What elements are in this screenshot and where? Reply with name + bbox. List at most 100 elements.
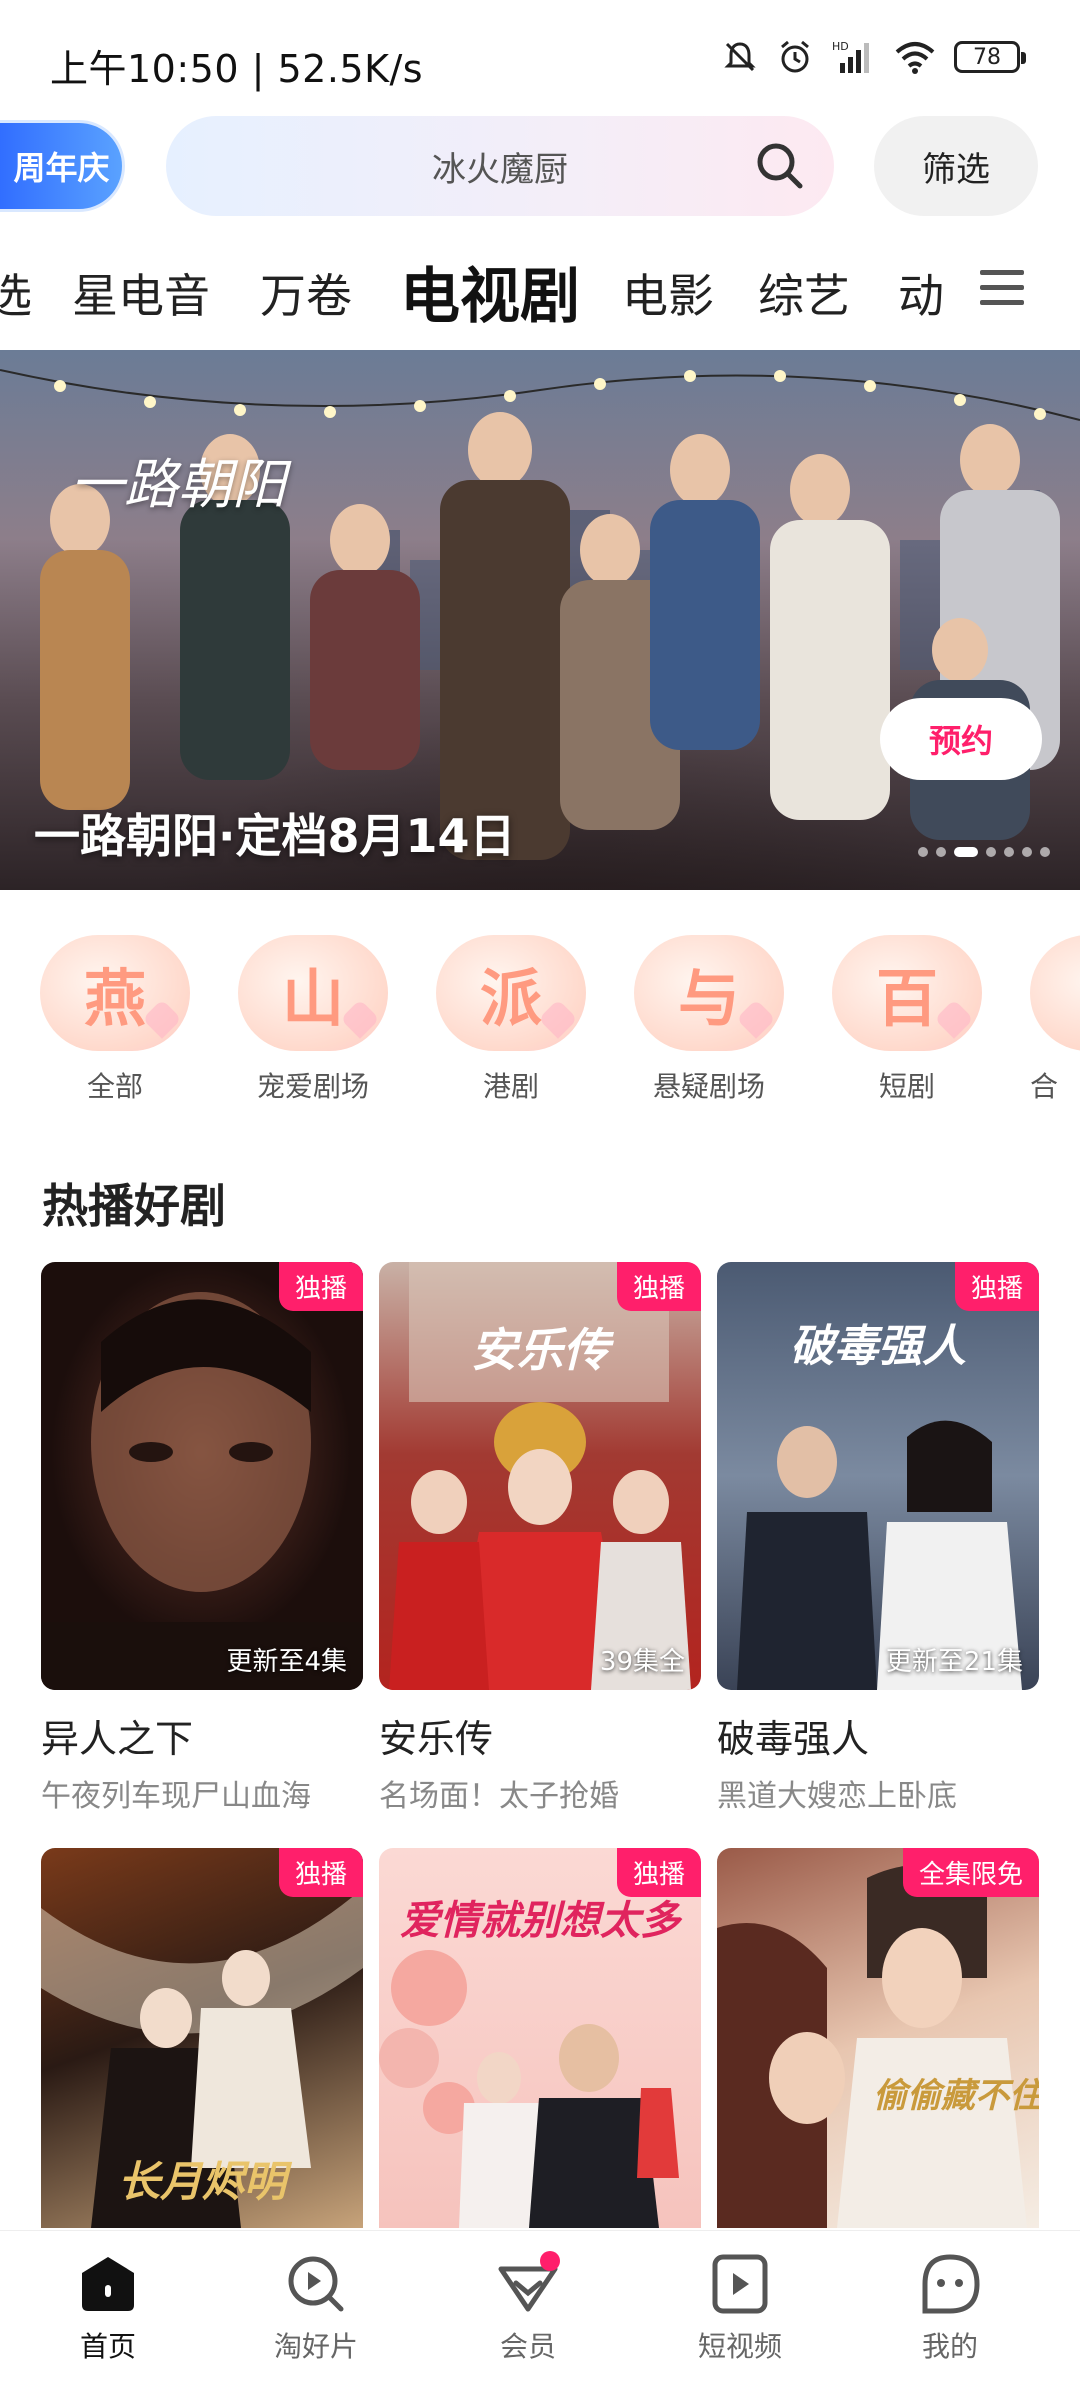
category-more[interactable]: 合 (1030, 935, 1080, 1105)
filter-button[interactable]: 筛选 (874, 116, 1038, 216)
nav-label: 短视频 (697, 2330, 782, 2363)
drama-poster: 爱情就别想太多 独播 (379, 1848, 701, 2228)
profile-icon (922, 2254, 980, 2314)
exclusive-badge: 独播 (278, 1262, 363, 1311)
category-mystery-theater[interactable]: 与 悬疑剧场 (634, 935, 784, 1105)
poster-art (41, 1292, 363, 1690)
drama-title: 破毒强人 (717, 1717, 870, 1761)
category-row: 燕 全部 山 宠爱剧场 派 港剧 与 悬疑剧场 百 短剧 合 (0, 935, 1080, 1115)
exclusive-badge: 独播 (278, 1848, 363, 1897)
carousel-dot-active (954, 847, 978, 857)
category-all[interactable]: 燕 全部 (40, 935, 190, 1105)
status-bar: 上午10:50 | 52.5K/s HD 78 (0, 0, 1080, 110)
nav-label: 淘好片 (273, 2330, 358, 2363)
menu-icon[interactable] (978, 264, 1026, 312)
poster-art (717, 1865, 1027, 2228)
free-badge: 全集限免 (902, 1848, 1039, 1897)
category-icon (1030, 935, 1080, 1051)
poster-title-art: 偷偷藏不住 (873, 2076, 1039, 2116)
nav-profile[interactable]: 我的 (870, 2253, 1030, 2365)
category-label: 全部 (86, 1070, 143, 1103)
nav-discover[interactable]: 淘好片 (236, 2253, 396, 2365)
drama-card[interactable]: 爱情就别想太多 独播 (379, 1848, 701, 2228)
drama-poster: 独播 更新至4集 (41, 1262, 363, 1690)
banner-title: 一路朝阳·定档8月14日 (34, 809, 516, 863)
category-hk-drama[interactable]: 派 港剧 (436, 935, 586, 1105)
search-icon[interactable] (754, 140, 806, 192)
drama-card[interactable]: 安乐传 独播 39集全 安乐传 名场面！太子抢婚 (379, 1262, 701, 1815)
hero-banner[interactable]: 一路朝阳 一路朝阳·定档8月14日 预约 (0, 350, 1080, 890)
poster-title-art: 安乐传 (471, 1323, 609, 1377)
tab-variety[interactable]: 综艺 (758, 260, 850, 326)
carousel-dot (1022, 847, 1032, 857)
category-icon: 百 (832, 935, 982, 1051)
status-time: 上午10:50 | 52.5K/s (50, 47, 424, 91)
drama-poster: 安乐传 独播 39集全 (379, 1262, 701, 1690)
nav-vip[interactable]: 会员 (448, 2251, 608, 2365)
reserve-button[interactable]: 预约 (880, 698, 1042, 780)
search-placeholder: 冰火魔厨 (432, 149, 568, 190)
search-row: 周年庆 冰火魔厨 筛选 (0, 112, 1080, 216)
drama-poster: 长月烬明 独播 (41, 1848, 363, 2228)
signal-icon: HD (832, 40, 869, 73)
tab-music[interactable]: 星电音 (72, 260, 210, 326)
battery-indicator: 78 (954, 41, 1026, 73)
nav-short-video[interactable]: 短视频 (660, 2253, 820, 2365)
bottom-navigation: 首页 淘好片 会员 短视频 我的 (0, 2230, 1080, 2400)
discover-icon (288, 2256, 344, 2312)
category-label: 悬疑剧场 (652, 1070, 765, 1103)
tab-anime[interactable]: 动 (898, 260, 944, 326)
status-icons: HD 78 (722, 38, 1026, 76)
tab-books[interactable]: 万卷 (260, 260, 352, 326)
carousel-dots (918, 847, 1050, 857)
alarm-icon (781, 40, 809, 73)
category-icon: 燕 (40, 935, 190, 1051)
category-romance-theater[interactable]: 山 宠爱剧场 (238, 935, 388, 1105)
nav-home[interactable]: 首页 (28, 2253, 188, 2365)
drama-card[interactable]: 长月烬明 独播 (41, 1848, 363, 2228)
category-icon: 派 (436, 935, 586, 1051)
banner-show-logo: 一路朝阳 (70, 453, 286, 516)
exclusive-badge: 独播 (954, 1262, 1039, 1311)
mute-bell-icon (724, 42, 756, 72)
short-video-icon (712, 2254, 768, 2314)
notification-dot (540, 2251, 560, 2271)
search-input[interactable]: 冰火魔厨 (166, 116, 834, 216)
tab-movies[interactable]: 电影 (622, 260, 714, 326)
drama-subtitle: 名场面！太子抢婚 (379, 1779, 619, 1814)
svg-text:HD: HD (832, 40, 849, 53)
drama-card[interactable]: 偷偷藏不住 全集限免 (717, 1848, 1039, 2228)
drama-poster: 破毒强人 独播 更新至21集 (717, 1262, 1039, 1690)
drama-card[interactable]: 独播 更新至4集 异人之下 午夜列车现尸山血海 (41, 1262, 363, 1815)
drama-subtitle: 午夜列车现尸山血海 (41, 1779, 311, 1814)
carousel-dot (1040, 847, 1050, 857)
carousel-dot (918, 847, 928, 857)
nav-label: 我的 (921, 2330, 978, 2363)
wifi-icon (895, 42, 935, 74)
category-label: 港剧 (482, 1070, 539, 1103)
category-short-drama[interactable]: 百 短剧 (832, 935, 982, 1105)
carousel-dot (936, 847, 946, 857)
drama-subtitle: 黑道大嫂恋上卧底 (717, 1779, 957, 1814)
drama-card[interactable]: 破毒强人 独播 更新至21集 破毒强人 黑道大嫂恋上卧底 (717, 1262, 1039, 1815)
nav-label: 首页 (79, 2330, 136, 2363)
category-icon: 山 (238, 935, 388, 1051)
poster-title-art: 长月烬明 (117, 2157, 286, 2206)
tab-featured[interactable]: 选 (0, 260, 32, 326)
category-icon: 与 (634, 935, 784, 1051)
tab-tv-series[interactable]: 电视剧 (400, 248, 580, 335)
drama-poster: 偷偷藏不住 全集限免 (717, 1848, 1039, 2228)
exclusive-badge: 独播 (616, 1262, 701, 1311)
anniversary-button[interactable]: 周年庆 (0, 120, 125, 212)
episode-status: 更新至4集 (226, 1647, 347, 1677)
carousel-dot (986, 847, 996, 857)
category-label: 短剧 (878, 1070, 935, 1103)
nav-label: 会员 (499, 2330, 556, 2363)
section-title: 热播好剧 (42, 1179, 226, 1233)
channel-tabs: 选 星电音 万卷 电视剧 电影 综艺 动 (0, 238, 1080, 338)
carousel-dot (1004, 847, 1014, 857)
exclusive-badge: 独播 (616, 1848, 701, 1897)
home-icon (82, 2257, 134, 2311)
category-label: 宠爱剧场 (256, 1070, 369, 1103)
drama-title: 异人之下 (41, 1717, 194, 1761)
